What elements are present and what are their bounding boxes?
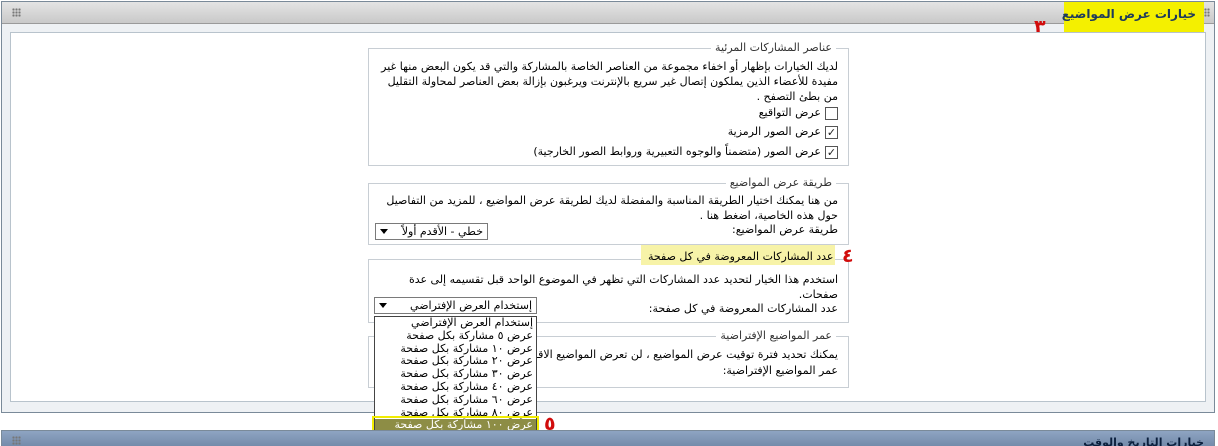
option-label: عرض الصور الرمزية xyxy=(727,125,821,138)
fieldset-legend: طريقة عرض المواضيع xyxy=(725,176,836,189)
chevron-down-icon xyxy=(379,303,387,308)
select-value: إستخدام العرض الإفتراضي xyxy=(410,299,532,312)
option-show-signatures[interactable]: عرض التواقيع xyxy=(759,106,838,120)
display-mode-label: طريقة عرض المواضيع: xyxy=(732,223,838,236)
thread-age-label: عمر المواضيع الإفتراضية: xyxy=(722,364,838,377)
checkbox-unchecked-icon[interactable] xyxy=(825,106,838,120)
fieldset-description: لديك الخيارات بإظهار أو اخفاء مجموعة من … xyxy=(381,60,838,103)
panel-header xyxy=(2,2,1214,24)
fieldset-legend: عمر المواضيع الإفتراضية xyxy=(716,329,836,342)
chevron-down-icon xyxy=(380,229,388,234)
display-options-panel: خيارات عرض المواضيع ٣ عناصر المشاركات ال… xyxy=(1,1,1215,413)
panel-body: عناصر المشاركات المرئية لديك الخيارات بإ… xyxy=(10,32,1206,402)
posts-per-page-legend: عدد المشاركات المعروضة في كل صفحة xyxy=(648,250,834,263)
collapse-grip-icon[interactable] xyxy=(12,436,21,445)
display-mode-select[interactable]: خطي - الأقدم أولاً xyxy=(375,223,488,240)
collapse-grip-icon[interactable] xyxy=(12,8,21,17)
option-label: عرض الصور (متضمناً والوجوه التعبيرية ورو… xyxy=(533,145,821,158)
dropdown-option[interactable]: عرض ٥ مشاركة بكل صفحة xyxy=(375,329,536,343)
visible-elements-fieldset: عناصر المشاركات المرئية لديك الخيارات بإ… xyxy=(368,41,849,166)
section-title: خيارات عرض المواضيع xyxy=(1061,7,1196,21)
section-title: خيارات التاريخ والوقت xyxy=(1083,436,1204,446)
fieldset-legend: عناصر المشاركات المرئية xyxy=(711,41,836,54)
step-marker-4: ٤ xyxy=(842,245,854,267)
date-time-options-panel[interactable]: خيارات التاريخ والوقت xyxy=(1,430,1215,446)
dropdown-option[interactable]: عرض ٦٠ مشاركة بكل صفحة xyxy=(375,393,536,407)
dropdown-option[interactable]: عرض ٤٠ مشاركة بكل صفحة xyxy=(375,380,536,394)
posts-per-page-select[interactable]: إستخدام العرض الإفتراضي xyxy=(374,297,537,314)
checkbox-checked-icon[interactable]: ✓ xyxy=(825,145,838,159)
option-show-images[interactable]: ✓ عرض الصور (متضمناً والوجوه التعبيرية ور… xyxy=(533,145,838,159)
option-label: عرض التواقيع xyxy=(758,106,821,119)
select-value: خطي - الأقدم أولاً xyxy=(401,225,483,238)
fieldset-description: من هنا يمكنك اختيار الطريقة المناسبة وال… xyxy=(386,194,838,222)
dropdown-option[interactable]: إستخدام العرض الإفتراضي xyxy=(375,316,536,330)
checkbox-checked-icon[interactable]: ✓ xyxy=(825,125,838,139)
option-show-avatars[interactable]: ✓ عرض الصور الرمزية xyxy=(728,125,838,139)
posts-per-page-dropdown: إستخدام العرض الإفتراضي عرض ٥ مشاركة بكل… xyxy=(374,316,537,439)
posts-per-page-label: عدد المشاركات المعروضة في كل صفحة: xyxy=(648,302,838,315)
display-mode-fieldset: طريقة عرض المواضيع من هنا يمكنك اختيار ا… xyxy=(368,176,849,245)
